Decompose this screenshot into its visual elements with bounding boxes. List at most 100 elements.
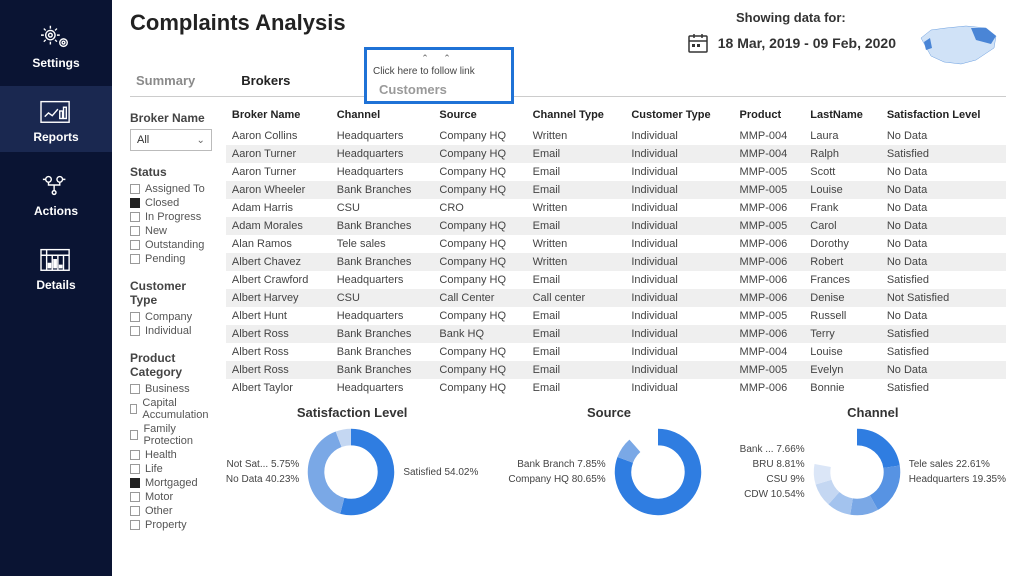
- table-cell: Email: [527, 217, 626, 235]
- table-row[interactable]: Albert TaylorHeadquartersCompany HQEmail…: [226, 379, 1006, 397]
- checkbox-label: Company: [145, 311, 192, 323]
- donut-chart: [612, 426, 704, 518]
- checkbox[interactable]: Motor: [130, 491, 212, 503]
- table-cell: Bank Branches: [331, 217, 434, 235]
- nav-settings[interactable]: Settings: [0, 12, 112, 78]
- table-header[interactable]: Source: [433, 105, 526, 127]
- table-cell: MMP-006: [734, 325, 805, 343]
- checkbox[interactable]: Pending: [130, 253, 212, 265]
- table-header[interactable]: Satisfaction Level: [881, 105, 1006, 127]
- tab-brokers[interactable]: Brokers: [241, 69, 290, 96]
- table-row[interactable]: Albert CrawfordHeadquartersCompany HQEma…: [226, 271, 1006, 289]
- table-header[interactable]: Customer Type: [625, 105, 733, 127]
- checkbox[interactable]: Health: [130, 449, 212, 461]
- table-cell: Ralph: [804, 145, 881, 163]
- tab-customers[interactable]: Customers: [379, 82, 447, 97]
- table-row[interactable]: Alan RamosTele salesCompany HQWrittenInd…: [226, 235, 1006, 253]
- checkbox[interactable]: Family Protection: [130, 423, 212, 447]
- status-checklist: Assigned To Closed In Progress New Outstandi…: [130, 183, 212, 265]
- table-cell: Email: [527, 271, 626, 289]
- table-row[interactable]: Albert RossBank BranchesCompany HQEmailI…: [226, 343, 1006, 361]
- broker-name-select[interactable]: All ⌄: [130, 129, 212, 151]
- checkbox-label: Pending: [145, 253, 185, 265]
- table-row[interactable]: Aaron CollinsHeadquartersCompany HQWritt…: [226, 127, 1006, 145]
- checkbox-box: [130, 464, 140, 474]
- table-cell: MMP-004: [734, 145, 805, 163]
- checkbox[interactable]: Property: [130, 519, 212, 531]
- table-row[interactable]: Adam MoralesBank BranchesCompany HQEmail…: [226, 217, 1006, 235]
- checkbox[interactable]: Closed: [130, 197, 212, 209]
- table-cell: No Data: [881, 163, 1006, 181]
- table-body: Aaron CollinsHeadquartersCompany HQWritt…: [226, 127, 1006, 397]
- checkbox[interactable]: Other: [130, 505, 212, 517]
- table-cell: Aaron Turner: [226, 145, 331, 163]
- checkbox[interactable]: Mortgaged: [130, 477, 212, 489]
- table-cell: Call center: [527, 289, 626, 307]
- table-row[interactable]: Aaron TurnerHeadquartersCompany HQEmailI…: [226, 163, 1006, 181]
- checkbox[interactable]: Individual: [130, 325, 212, 337]
- table-cell: No Data: [881, 217, 1006, 235]
- checkbox[interactable]: In Progress: [130, 211, 212, 223]
- checkbox-box: [130, 254, 140, 264]
- table-cell: Laura: [804, 127, 881, 145]
- table-cell: No Data: [881, 253, 1006, 271]
- checkbox[interactable]: Assigned To: [130, 183, 212, 195]
- table-cell: MMP-004: [734, 127, 805, 145]
- checkbox[interactable]: Outstanding: [130, 239, 212, 251]
- table-cell: Company HQ: [433, 379, 526, 397]
- table-row[interactable]: Aaron TurnerHeadquartersCompany HQEmailI…: [226, 145, 1006, 163]
- data-table: Broker NameChannelSourceChannel TypeCust…: [226, 105, 1006, 397]
- table-cell: Headquarters: [331, 379, 434, 397]
- table-row[interactable]: Albert HarveyCSUCall CenterCall centerIn…: [226, 289, 1006, 307]
- chart-label: No Data 40.23%: [226, 474, 299, 485]
- table-header[interactable]: LastName: [804, 105, 881, 127]
- chart: ChannelBank ... 7.66%BRU 8.81%CSU 9%CDW …: [740, 405, 1006, 518]
- table-header[interactable]: Broker Name: [226, 105, 331, 127]
- table-cell: Aaron Turner: [226, 163, 331, 181]
- checkbox[interactable]: Business: [130, 383, 212, 395]
- table-cell: Albert Ross: [226, 343, 331, 361]
- chart-title: Channel: [847, 405, 898, 420]
- table-cell: Headquarters: [331, 127, 434, 145]
- checkbox[interactable]: New: [130, 225, 212, 237]
- table-cell: Company HQ: [433, 271, 526, 289]
- table-row[interactable]: Albert ChavezBank BranchesCompany HQWrit…: [226, 253, 1006, 271]
- nav-details[interactable]: Details: [0, 234, 112, 300]
- table-row[interactable]: Aaron WheelerBank BranchesCompany HQEmai…: [226, 181, 1006, 199]
- chart-label: Bank ... 7.66%: [740, 444, 805, 455]
- nav-reports[interactable]: Reports: [0, 86, 112, 152]
- table-cell: Albert Taylor: [226, 379, 331, 397]
- table-row[interactable]: Albert HuntHeadquartersCompany HQEmailIn…: [226, 307, 1006, 325]
- chart-title: Source: [587, 405, 631, 420]
- table-cell: Written: [527, 253, 626, 271]
- checkbox-box: [130, 326, 140, 336]
- tooltip-carets: ⌃ ⌃: [373, 53, 505, 64]
- table-header[interactable]: Product: [734, 105, 805, 127]
- table-cell: CRO: [433, 199, 526, 217]
- table-cell: MMP-006: [734, 289, 805, 307]
- actions-icon: [37, 170, 75, 200]
- table-cell: Individual: [625, 343, 733, 361]
- calendar-icon: [686, 31, 710, 55]
- table-header[interactable]: Channel Type: [527, 105, 626, 127]
- table-row[interactable]: Albert RossBank BranchesCompany HQEmailI…: [226, 361, 1006, 379]
- table-cell: Aaron Wheeler: [226, 181, 331, 199]
- chart: Satisfaction LevelNot Sat... 5.75%No Dat…: [226, 405, 478, 518]
- tab-summary[interactable]: Summary: [136, 69, 195, 96]
- table-row[interactable]: Albert RossBank BranchesBank HQEmailIndi…: [226, 325, 1006, 343]
- table-cell: MMP-006: [734, 199, 805, 217]
- table-cell: Individual: [625, 163, 733, 181]
- table-header[interactable]: Channel: [331, 105, 434, 127]
- nav-actions[interactable]: Actions: [0, 160, 112, 226]
- table-row[interactable]: Adam HarrisCSUCROWrittenIndividualMMP-00…: [226, 199, 1006, 217]
- checkbox-box: [130, 520, 140, 530]
- checkbox[interactable]: Company: [130, 311, 212, 323]
- table-cell: Albert Harvey: [226, 289, 331, 307]
- customer-type-checklist: Company Individual: [130, 311, 212, 337]
- chart-label: CSU 9%: [740, 474, 805, 485]
- checkbox-label: Capital Accumulation: [142, 397, 212, 421]
- checkbox[interactable]: Life: [130, 463, 212, 475]
- checkbox-label: Motor: [145, 491, 173, 503]
- map-thumbnail[interactable]: [916, 18, 1006, 72]
- checkbox[interactable]: Capital Accumulation: [130, 397, 212, 421]
